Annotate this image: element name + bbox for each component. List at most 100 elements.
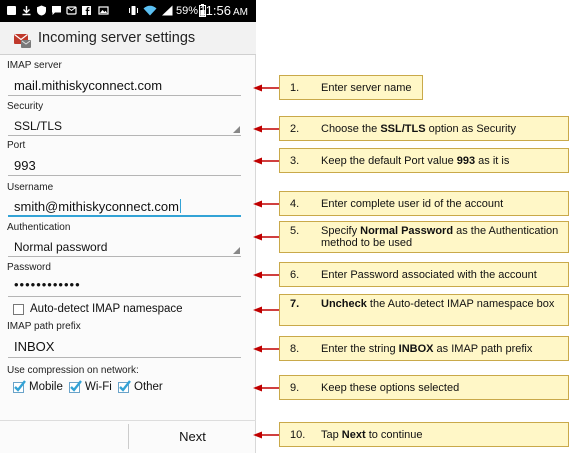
step-text-part: Enter Password associated with the accou… xyxy=(321,268,537,281)
battery-percent: 59% xyxy=(176,5,199,17)
security-underline xyxy=(8,135,241,136)
annotation-step: 3. Keep the default Port value 993 as it… xyxy=(279,148,569,173)
other-label: Other xyxy=(134,381,163,393)
arrow-icon xyxy=(253,157,279,165)
action-bar: Incoming server settings xyxy=(0,22,256,55)
auto-detect-checkbox[interactable] xyxy=(13,304,24,315)
step-number: 10. xyxy=(290,428,306,441)
wifi-label: Wi-Fi xyxy=(85,381,112,393)
arrow-icon xyxy=(253,233,279,241)
step-text-bold: 993 xyxy=(456,154,476,167)
imap-server-label: IMAP server xyxy=(7,60,62,71)
arrow-icon xyxy=(253,271,279,279)
clock-time: 11:56 xyxy=(199,3,231,18)
username-input[interactable]: smith@mithiskyconnect.com xyxy=(14,199,181,214)
step-text: Keep these options selected xyxy=(321,382,459,394)
check-icon xyxy=(119,380,131,392)
page-title: Incoming server settings xyxy=(38,30,196,46)
security-dropdown-icon[interactable] xyxy=(233,126,240,133)
username-underline xyxy=(8,215,241,217)
imap-server-underline xyxy=(8,95,241,96)
step-text: Keep the default Port value 993 as it is xyxy=(321,155,509,167)
path-prefix-input[interactable]: INBOX xyxy=(14,339,54,354)
imap-server-input[interactable]: mail.mithiskyconnect.com xyxy=(14,78,162,93)
annotation-step: 5. Specify Normal Password as the Authen… xyxy=(279,221,569,253)
status-bar: 59% 11:56 AM xyxy=(0,0,256,22)
arrow-icon xyxy=(253,84,279,92)
compression-label: Use compression on network: xyxy=(7,365,139,376)
path-prefix-label: IMAP path prefix xyxy=(7,321,81,332)
step-number: 2. xyxy=(290,122,300,135)
shield-icon xyxy=(37,5,46,16)
security-label: Security xyxy=(7,101,44,112)
step-text-part: Keep the default Port value xyxy=(321,154,457,167)
annotation-step: 1. Enter server name xyxy=(279,75,423,100)
step-text-part: Choose the xyxy=(321,122,381,135)
arrow-icon xyxy=(253,125,279,133)
security-select[interactable]: SSL/TLS xyxy=(14,119,62,133)
annotation-step: 2. Choose the SSL/TLS option as Security xyxy=(279,116,569,141)
next-button[interactable]: Next xyxy=(129,420,256,453)
step-number: 1. xyxy=(290,81,300,94)
clock: 11:56 AM xyxy=(199,3,248,18)
step-number: 6. xyxy=(290,268,300,281)
arrow-icon xyxy=(253,200,279,208)
step-number: 3. xyxy=(290,154,300,167)
annotation-step: 8. Enter the string INBOX as IMAP path p… xyxy=(279,336,569,361)
envelope-icon[interactable] xyxy=(12,29,32,49)
annotation-step: 6. Enter Password associated with the ac… xyxy=(279,262,569,287)
step-number: 9. xyxy=(290,381,300,394)
step-text-bold: Next xyxy=(341,428,366,441)
step-text: Enter the string INBOX as IMAP path pref… xyxy=(321,343,532,355)
vibrate-icon xyxy=(129,6,138,15)
step-text: Specify Normal Password as the Authentic… xyxy=(321,225,562,249)
arrow-icon xyxy=(253,431,279,439)
port-underline xyxy=(8,175,241,176)
step-text: Enter Password associated with the accou… xyxy=(321,269,537,281)
mobile-checkbox[interactable] xyxy=(13,380,26,393)
authentication-underline xyxy=(8,256,241,257)
phone-screen: 59% 11:56 AM Incoming server settings IMA… xyxy=(0,0,256,453)
gallery-icon xyxy=(98,6,109,15)
mobile-label: Mobile xyxy=(29,381,63,393)
authentication-dropdown-icon[interactable] xyxy=(233,247,240,254)
password-underline xyxy=(8,296,241,297)
step-number: 7. xyxy=(290,298,300,310)
step-text-part: as it is xyxy=(475,154,510,167)
username-label: Username xyxy=(7,182,54,193)
chat-icon xyxy=(52,6,61,15)
password-input[interactable]: •••••••••••• xyxy=(14,277,81,292)
step-text-part: as IMAP path prefix xyxy=(433,342,533,355)
path-prefix-underline xyxy=(8,357,241,358)
step-text-part: option as Security xyxy=(425,122,517,135)
arrow-icon xyxy=(253,345,279,353)
step-text: Tap Next to continue xyxy=(321,429,423,441)
step-number: 4. xyxy=(290,197,300,210)
step-text-part: Enter server name xyxy=(321,81,412,94)
notification-icon xyxy=(7,6,16,15)
annotation-step: 10. Tap Next to continue xyxy=(279,422,569,447)
step-text: Choose the SSL/TLS option as Security xyxy=(321,123,516,135)
arrow-icon xyxy=(253,384,279,392)
password-label: Password xyxy=(7,262,51,273)
signal-icon xyxy=(162,5,173,16)
step-text-bold: Uncheck xyxy=(321,298,367,310)
step-text: Uncheck the Auto-detect IMAP namespace b… xyxy=(321,298,554,310)
wifi-checkbox[interactable] xyxy=(69,380,82,393)
clock-ampm: AM xyxy=(233,7,248,18)
step-text-bold: SSL/TLS xyxy=(380,122,426,135)
step-text-part: the Auto-detect IMAP namespace box xyxy=(366,298,555,310)
port-input[interactable]: 993 xyxy=(14,158,36,173)
step-text-part: Specify xyxy=(321,225,361,237)
annotation-step: 7. Uncheck the Auto-detect IMAP namespac… xyxy=(279,294,569,326)
check-icon xyxy=(70,380,82,392)
step-text-bold: INBOX xyxy=(398,342,434,355)
authentication-label: Authentication xyxy=(7,222,71,233)
step-text-part: Enter the string xyxy=(321,342,399,355)
annotation-step: 9. Keep these options selected xyxy=(279,375,569,400)
port-label: Port xyxy=(7,140,26,151)
authentication-select[interactable]: Normal password xyxy=(14,240,107,254)
step-number: 8. xyxy=(290,342,300,355)
annotation-step: 4. Enter complete user id of the account xyxy=(279,191,569,216)
other-checkbox[interactable] xyxy=(118,380,131,393)
